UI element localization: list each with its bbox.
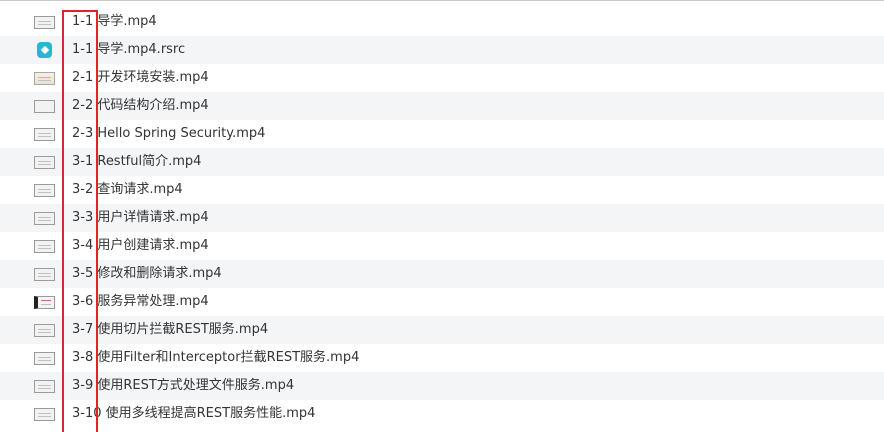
file-row[interactable]: 3-2 查询请求.mp4 <box>0 176 884 204</box>
file-name: 3-8 使用Filter和Interceptor拦截REST服务.mp4 <box>72 350 360 365</box>
video-thumbnail-icon <box>34 296 55 309</box>
file-row[interactable]: 3-9 使用REST方式处理文件服务.mp4 <box>0 372 884 400</box>
resource-app-icon <box>37 42 52 58</box>
video-thumbnail-icon <box>34 72 55 85</box>
video-thumbnail-icon <box>34 156 55 169</box>
file-name: 3-2 查询请求.mp4 <box>72 182 183 197</box>
file-name: 1-1 导学.mp4.rsrc <box>72 42 186 57</box>
file-row[interactable]: 3-7 使用切片拦截REST服务.mp4 <box>0 316 884 344</box>
file-name: 2-3 Hello Spring Security.mp4 <box>72 126 266 141</box>
video-thumbnail-icon <box>34 268 55 281</box>
video-thumbnail-icon <box>34 352 55 365</box>
file-name: 2-2 代码结构介绍.mp4 <box>72 98 209 113</box>
file-row[interactable]: 3-4 用户创建请求.mp4 <box>0 232 884 260</box>
video-thumbnail-icon <box>34 184 55 197</box>
file-name: 3-9 使用REST方式处理文件服务.mp4 <box>72 378 295 393</box>
video-thumbnail-icon <box>34 380 55 393</box>
file-list: 1-1 导学.mp4 1-1 导学.mp4.rsrc 2-1 开发环境安装.mp… <box>0 0 884 432</box>
video-thumbnail-icon <box>34 324 55 337</box>
video-thumbnail-icon <box>34 212 55 225</box>
video-thumbnail-icon <box>34 100 55 113</box>
file-row[interactable]: 2-2 代码结构介绍.mp4 <box>0 92 884 120</box>
file-name: 3-6 服务异常处理.mp4 <box>72 294 209 309</box>
file-row[interactable]: 3-6 服务异常处理.mp4 <box>0 288 884 316</box>
file-row[interactable]: 3-10 使用多线程提高REST服务性能.mp4 <box>0 400 884 428</box>
file-name: 3-5 修改和删除请求.mp4 <box>72 266 222 281</box>
file-name: 3-4 用户创建请求.mp4 <box>72 238 209 253</box>
file-name: 3-3 用户详情请求.mp4 <box>72 210 209 225</box>
file-row[interactable]: 2-3 Hello Spring Security.mp4 <box>0 120 884 148</box>
file-row[interactable]: 3-3 用户详情请求.mp4 <box>0 204 884 232</box>
file-row[interactable]: 3-8 使用Filter和Interceptor拦截REST服务.mp4 <box>0 344 884 372</box>
file-row[interactable]: 1-1 导学.mp4.rsrc <box>0 36 884 64</box>
file-name: 2-1 开发环境安装.mp4 <box>72 70 209 85</box>
file-name: 3-10 使用多线程提高REST服务性能.mp4 <box>72 406 316 421</box>
file-row[interactable]: 3-1 Restful简介.mp4 <box>0 148 884 176</box>
file-row[interactable]: 1-1 导学.mp4 <box>0 8 884 36</box>
video-thumbnail-icon <box>34 16 55 29</box>
file-name: 3-1 Restful简介.mp4 <box>72 154 202 169</box>
video-thumbnail-icon <box>34 408 55 421</box>
file-name: 3-7 使用切片拦截REST服务.mp4 <box>72 322 269 337</box>
file-row[interactable]: 3-5 修改和删除请求.mp4 <box>0 260 884 288</box>
video-thumbnail-icon <box>34 128 55 141</box>
file-name: 1-1 导学.mp4 <box>72 14 157 29</box>
video-thumbnail-icon <box>34 240 55 253</box>
file-row[interactable]: 2-1 开发环境安装.mp4 <box>0 64 884 92</box>
